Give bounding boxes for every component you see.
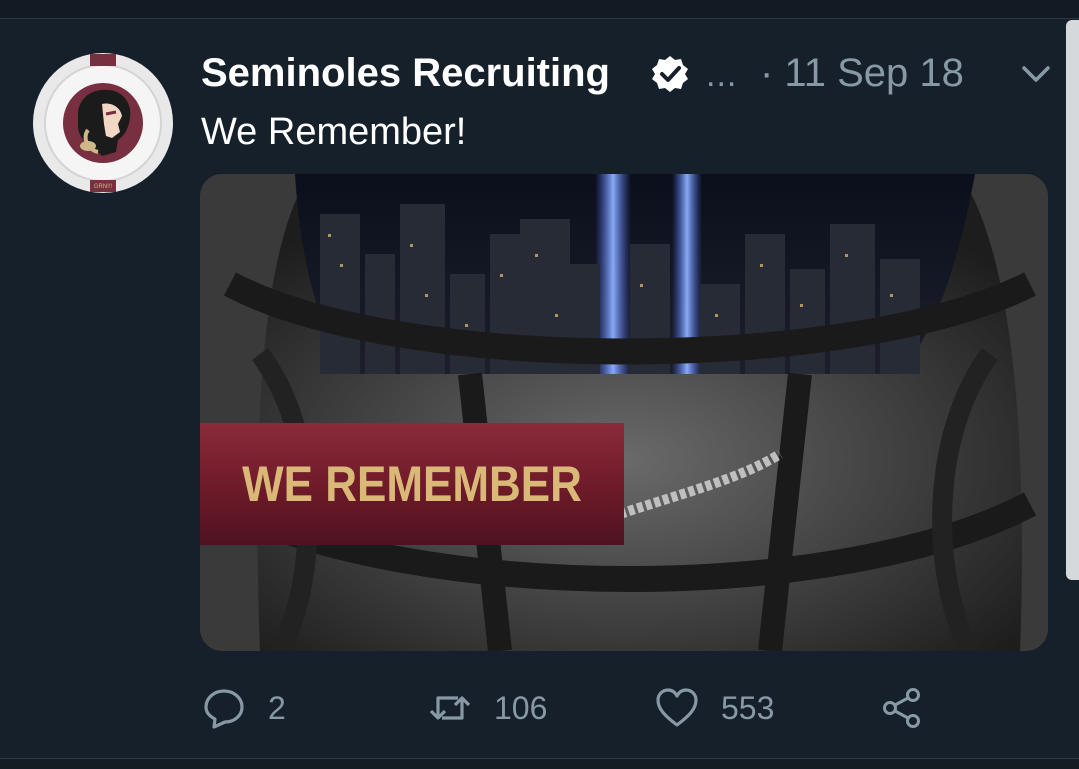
retweet-count: 106 (494, 689, 548, 726)
tweet-actions: 2 106 553 (0, 680, 1079, 736)
banner-text: WE REMEMBER (242, 456, 582, 512)
share-icon (883, 688, 920, 728)
top-divider (0, 0, 1079, 19)
share-button[interactable] (880, 680, 924, 736)
tweet-media-image[interactable]: WE REMEMBER (200, 174, 1048, 651)
we-remember-banner: WE REMEMBER (200, 423, 624, 545)
retweet-button[interactable]: 106 (428, 680, 547, 736)
chevron-down-icon[interactable] (1018, 60, 1054, 88)
avatar[interactable]: GRN!!! (32, 52, 174, 194)
tweet-timestamp[interactable]: · 11 Sep 18 (760, 50, 964, 96)
reply-button[interactable]: 2 (202, 680, 286, 736)
reply-icon (204, 689, 244, 729)
avatar-badge-text: GRN!!! (94, 184, 113, 190)
reply-count: 2 (268, 689, 286, 726)
author-name[interactable]: Seminoles Recruiting (201, 50, 610, 96)
bottom-divider (0, 758, 1079, 769)
like-count: 553 (721, 689, 775, 726)
like-button[interactable]: 553 (655, 680, 774, 736)
name-truncation: ... (706, 56, 738, 94)
tweet-text: We Remember! (201, 111, 467, 153)
retweet-icon (429, 696, 471, 720)
scroll-edge[interactable] (1066, 20, 1079, 580)
verified-icon (650, 54, 690, 94)
like-icon (656, 688, 698, 727)
